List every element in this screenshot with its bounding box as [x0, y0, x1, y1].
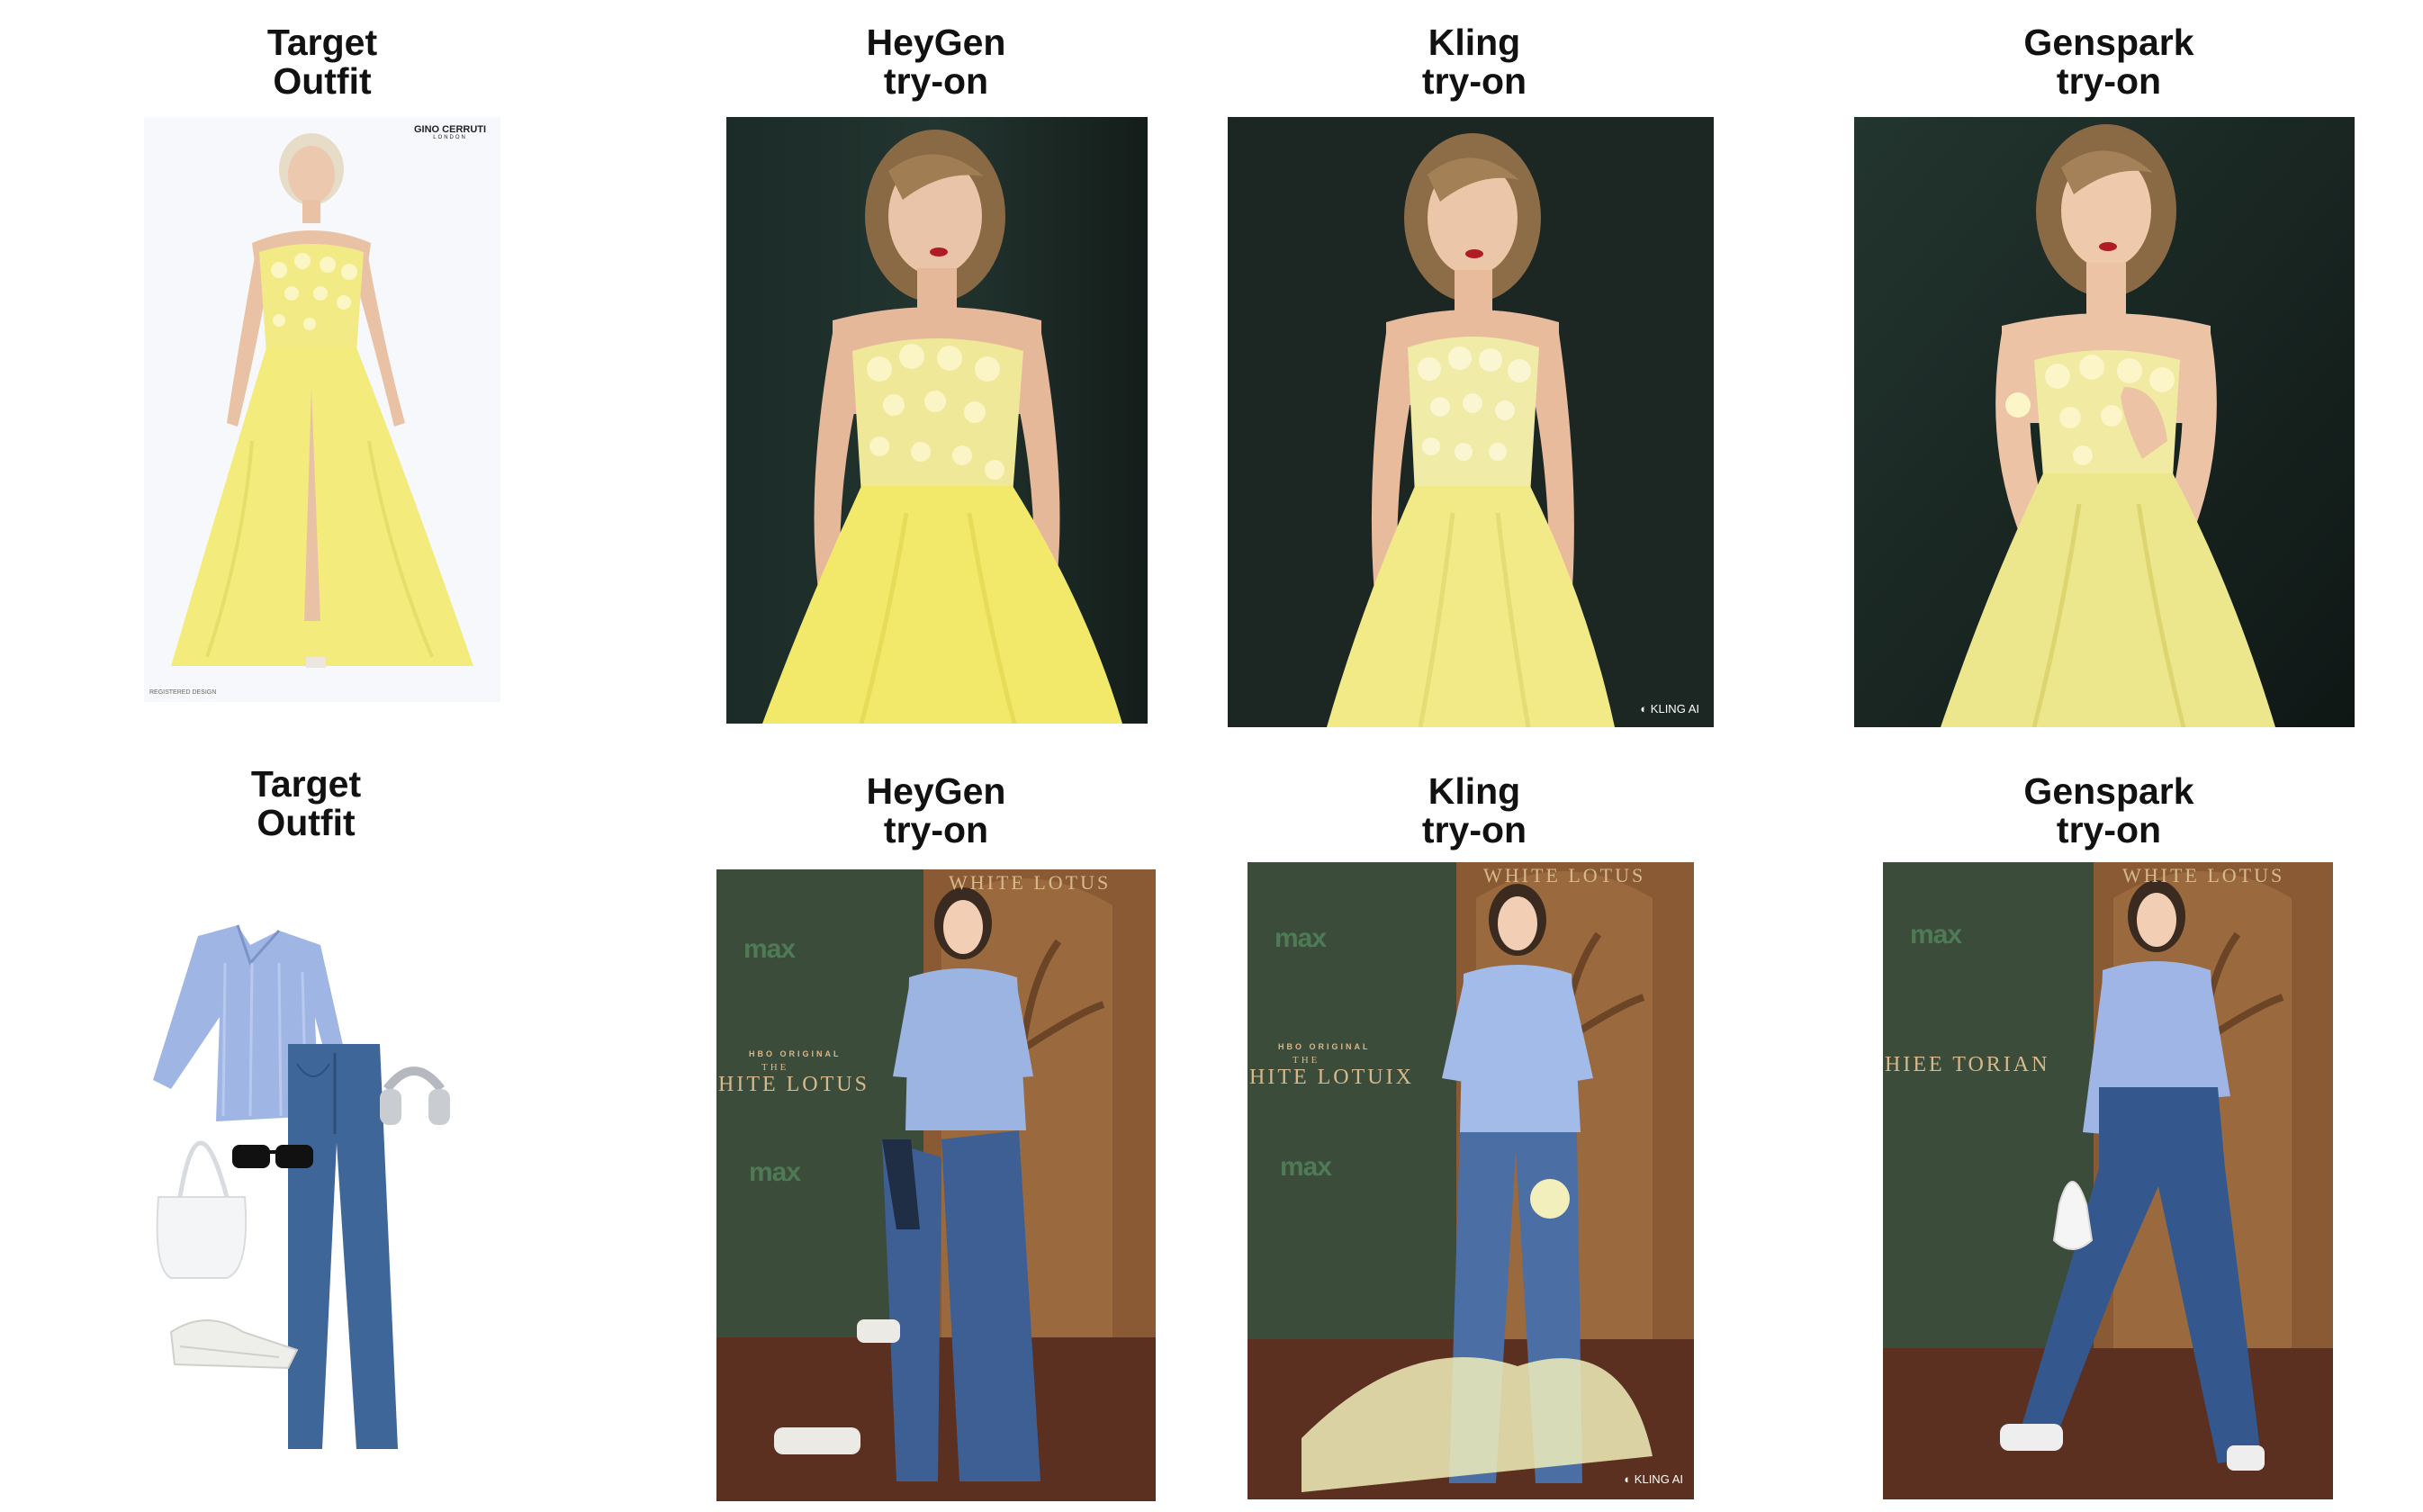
kling-logo-icon: ◐: [1640, 702, 1648, 716]
header-line: HeyGen: [866, 770, 1006, 812]
max-logo: max: [1275, 923, 1327, 953]
brand-logo: GINO CERRUTI LONDON: [414, 124, 486, 140]
header-line: try-on: [883, 60, 989, 102]
the-text: THE: [761, 1062, 789, 1073]
row1-header-genspark: Genspark try-on: [1920, 23, 2298, 101]
row2-header-kling: Kling try-on: [1285, 772, 1663, 850]
row2-header-genspark: Genspark try-on: [1920, 772, 2298, 850]
row2-target-outfit-image: [144, 909, 468, 1458]
show-title-text: HITE LOTUS: [718, 1073, 869, 1096]
watermark-text: KLING AI: [1634, 1472, 1683, 1486]
genspark-casual-tryon-photo: [1883, 862, 2333, 1499]
max-logo: max: [743, 934, 796, 964]
genspark-dress-tryon-photo: [1854, 117, 2355, 727]
row1-target-outfit-image: GINO CERRUTI LONDON REGISTERED DESIGN: [144, 117, 500, 702]
white-lotus-banner-text: WHITE LOTUS: [949, 871, 1112, 894]
row2-genspark-result-image: WHITE LOTUS max HIEE TORIAN: [1883, 862, 2333, 1499]
white-lotus-banner-text: WHITE LOTUS: [2122, 864, 2285, 886]
header-line: Outfit: [273, 60, 372, 102]
kling-logo-icon: ◐: [1624, 1472, 1632, 1486]
header-line: try-on: [1421, 809, 1527, 850]
row2-header-heygen: HeyGen try-on: [747, 772, 1125, 850]
hbo-original-text: HBO ORIGINAL: [1278, 1042, 1371, 1051]
header-line: Target: [266, 22, 378, 63]
header-line: Genspark: [2023, 770, 2194, 812]
show-title-text: HITE LOTUIX: [1249, 1066, 1414, 1089]
row1-header-kling: Kling try-on: [1285, 23, 1663, 101]
header-line: Kling: [1428, 22, 1521, 63]
header-line: try-on: [1421, 60, 1527, 102]
row2-header-target: Target Outfit: [117, 765, 495, 842]
row1-heygen-result-image: [726, 117, 1148, 724]
header-line: Outfit: [257, 802, 356, 843]
header-line: try-on: [2056, 809, 2162, 850]
max-logo: max: [749, 1157, 801, 1187]
row2-heygen-result-image: WHITE LOTUS max HBO ORIGINAL THE HITE LO…: [716, 869, 1156, 1501]
row1-genspark-result-image: [1854, 117, 2355, 727]
row1-kling-result-image: ◐ KLING AI: [1228, 117, 1714, 727]
header-line: try-on: [2056, 60, 2162, 102]
header-line: Kling: [1428, 770, 1521, 812]
white-lotus-banner-text: WHITE LOTUS: [1483, 864, 1646, 886]
kling-dress-tryon-photo: [1228, 117, 1714, 727]
row1-header-heygen: HeyGen try-on: [747, 23, 1125, 101]
row1-header-target: Target Outfit: [133, 23, 511, 101]
kling-ai-watermark: ◐ KLING AI: [1640, 702, 1699, 716]
header-line: HeyGen: [866, 22, 1006, 63]
casual-outfit-flatlay: [144, 909, 468, 1458]
kling-ai-watermark: ◐ KLING AI: [1624, 1472, 1683, 1486]
header-line: try-on: [883, 809, 989, 850]
hbo-original-text: HBO ORIGINAL: [749, 1049, 842, 1058]
registered-design-label: REGISTERED DESIGN: [149, 689, 217, 696]
brand-logo-subtext: LONDON: [433, 135, 467, 140]
watermark-text: KLING AI: [1650, 702, 1699, 716]
max-logo: max: [1280, 1152, 1332, 1182]
brand-logo-text: GINO CERRUTI: [414, 124, 487, 135]
max-logo: max: [1910, 920, 1962, 950]
row2-kling-result-image: WHITE LOTUS max HBO ORIGINAL THE HITE LO…: [1248, 862, 1694, 1499]
heygen-dress-tryon-photo: [726, 117, 1148, 724]
yellow-dress-product-photo: [144, 117, 500, 702]
header-line: Genspark: [2023, 22, 2194, 63]
show-title-text: HIEE TORIAN: [1885, 1053, 2050, 1076]
header-line: Target: [250, 763, 362, 805]
the-text: THE: [1293, 1055, 1320, 1066]
